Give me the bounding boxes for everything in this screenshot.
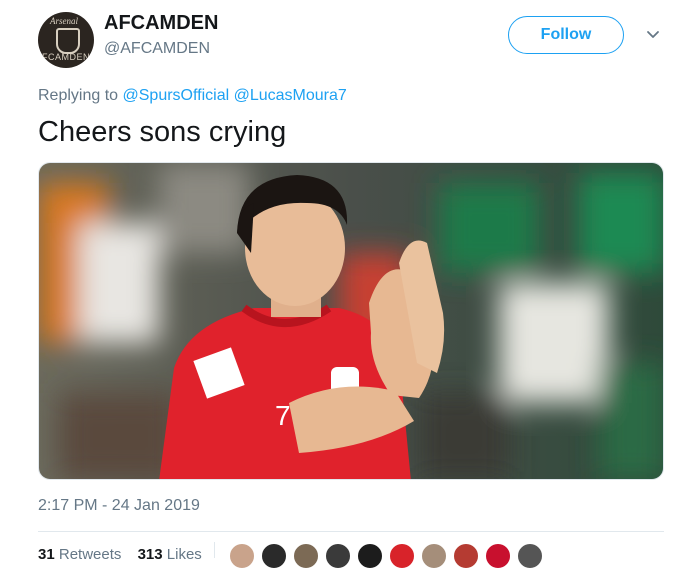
avatar[interactable]: Arsenal FCAMDEN bbox=[38, 12, 94, 68]
chevron-down-icon[interactable] bbox=[646, 30, 660, 40]
liker-avatar[interactable] bbox=[388, 542, 416, 570]
likes-label[interactable]: Likes bbox=[167, 546, 202, 563]
liker-avatar[interactable] bbox=[292, 542, 320, 570]
retweets-label[interactable]: Retweets bbox=[59, 546, 122, 563]
liker-avatar[interactable] bbox=[420, 542, 448, 570]
avatar-crest-text-bottom: FCAMDEN bbox=[42, 52, 90, 62]
liker-avatar[interactable] bbox=[452, 542, 480, 570]
divider bbox=[38, 531, 664, 532]
tweet-stats: 31 Retweets 313 Likes bbox=[38, 546, 202, 563]
photo-illustration: 7 bbox=[39, 163, 663, 479]
mention-link-lucasmoura[interactable]: @LucasMoura7 bbox=[234, 87, 347, 104]
user-handle[interactable]: @AFCAMDEN bbox=[104, 40, 210, 58]
follow-button[interactable]: Follow bbox=[508, 16, 624, 54]
replying-prefix: Replying to bbox=[38, 87, 119, 104]
tweet-photo[interactable]: 7 bbox=[38, 162, 664, 480]
replying-to-line: Replying to @SpursOfficial @LucasMoura7 bbox=[38, 87, 347, 105]
likes-count[interactable]: 313 bbox=[138, 546, 163, 563]
liker-avatar[interactable] bbox=[516, 542, 544, 570]
liker-avatar[interactable] bbox=[228, 542, 256, 570]
avatar-crest-shield bbox=[56, 28, 80, 54]
retweets-count[interactable]: 31 bbox=[38, 546, 55, 563]
liker-avatar[interactable] bbox=[324, 542, 352, 570]
avatar-crest-text-top: Arsenal bbox=[50, 16, 78, 26]
tweet-timestamp[interactable]: 2:17 PM - 24 Jan 2019 bbox=[38, 497, 200, 515]
mention-link-spurs[interactable]: @SpursOfficial bbox=[123, 87, 230, 104]
stats-separator bbox=[214, 542, 215, 558]
display-name[interactable]: AFCAMDEN bbox=[104, 12, 218, 35]
liker-avatar[interactable] bbox=[356, 542, 384, 570]
jersey-number: 7 bbox=[275, 400, 291, 431]
liker-avatar[interactable] bbox=[484, 542, 512, 570]
tweet-text: Cheers sons crying bbox=[38, 116, 287, 148]
liker-avatar[interactable] bbox=[260, 542, 288, 570]
